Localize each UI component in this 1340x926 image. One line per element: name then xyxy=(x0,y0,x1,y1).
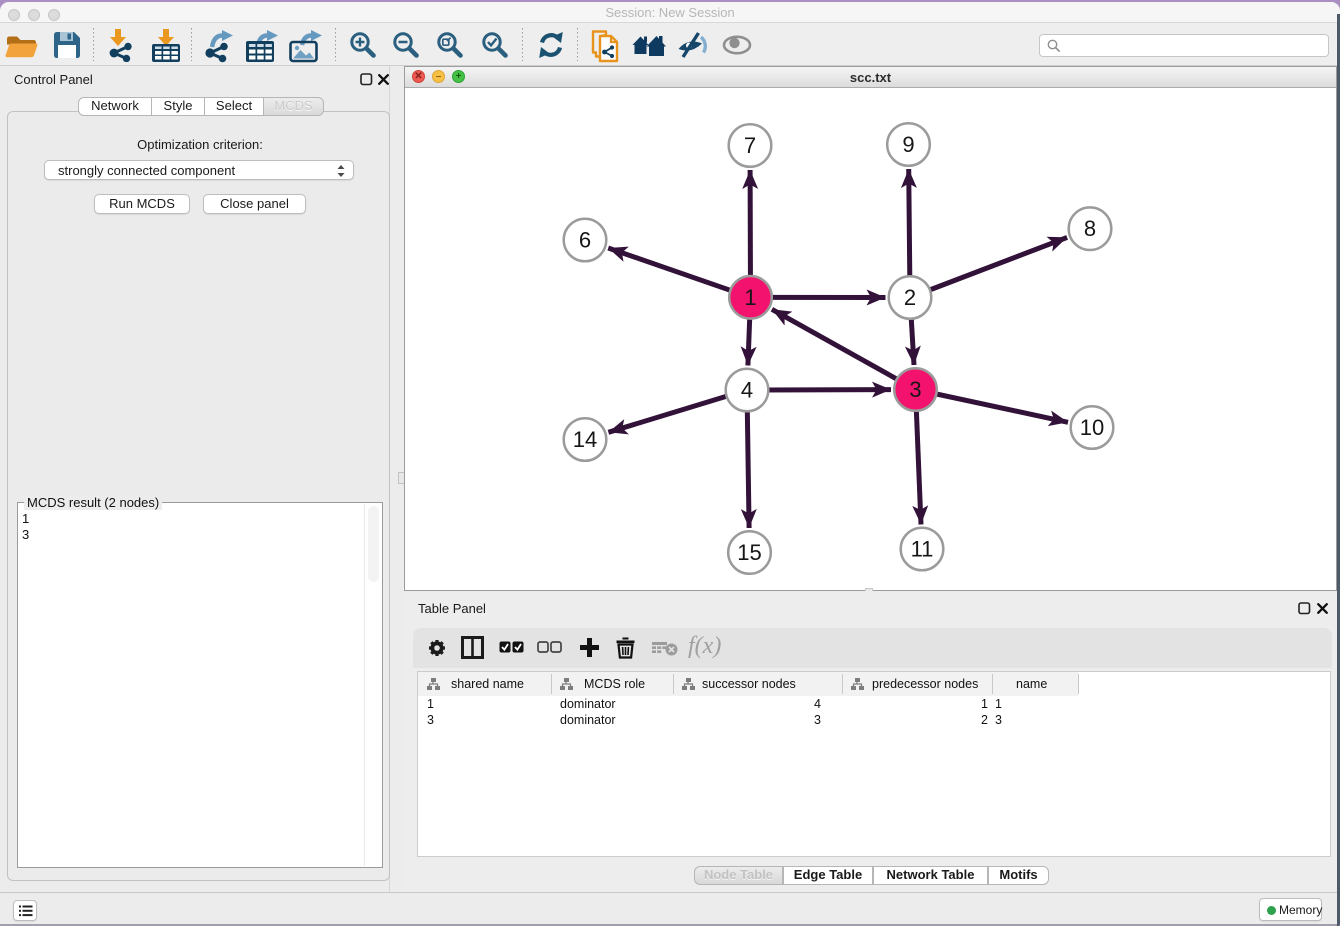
svg-text:7: 7 xyxy=(744,133,756,158)
svg-text:11: 11 xyxy=(911,537,934,562)
svg-text:2: 2 xyxy=(904,285,916,310)
svg-text:10: 10 xyxy=(1080,415,1104,440)
svg-text:15: 15 xyxy=(737,540,761,565)
svg-text:8: 8 xyxy=(1084,216,1096,241)
svg-text:1: 1 xyxy=(744,285,756,310)
svg-text:4: 4 xyxy=(741,378,753,403)
svg-text:6: 6 xyxy=(579,228,591,253)
svg-text:9: 9 xyxy=(902,132,914,157)
svg-text:14: 14 xyxy=(573,427,597,452)
svg-text:3: 3 xyxy=(909,377,921,402)
